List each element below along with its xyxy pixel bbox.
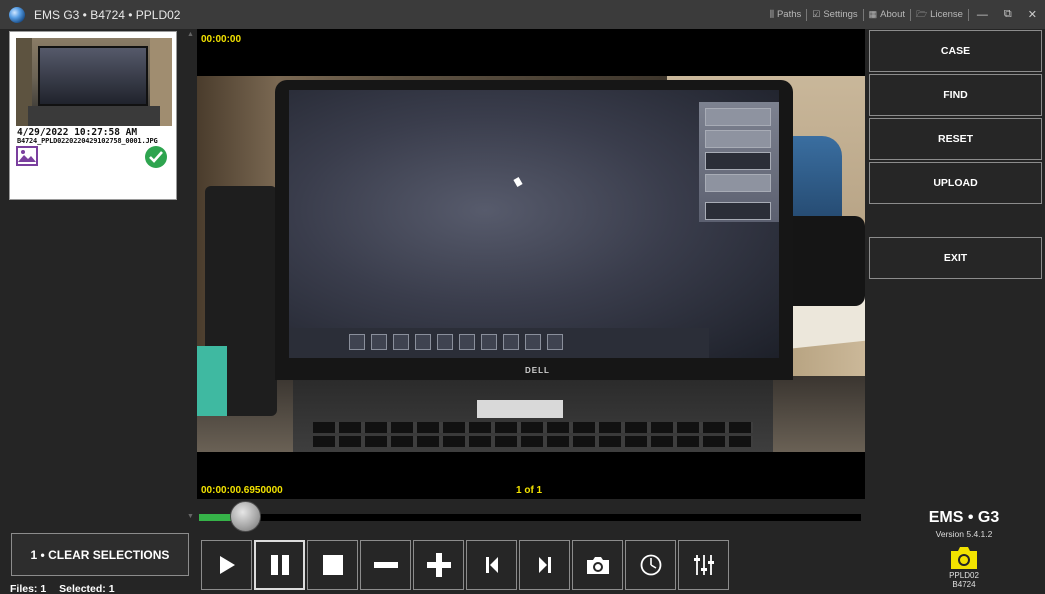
menu-about[interactable]: ▦ About (864, 9, 910, 20)
pause-button[interactable] (254, 540, 305, 590)
previous-frame-button[interactable] (466, 540, 517, 590)
folder-open-icon: 🗁 (916, 8, 928, 19)
zoom-out-button[interactable] (360, 540, 411, 590)
thumbnail-filename: B4724_PPLD0220220429102758_0001.JPG (17, 137, 158, 145)
case-button[interactable]: CASE (869, 30, 1042, 72)
selection-status: Files: 1 Selected: 1 (10, 583, 125, 594)
brand-block: EMS • G3 Version 5.4.1.2 PPLD02 B4724 (865, 509, 1045, 589)
timecode-bottom: 00:00:00.6950000 (201, 485, 283, 496)
timecode-top: 00:00:00 (201, 34, 242, 45)
reset-button[interactable]: RESET (869, 118, 1042, 160)
timer-button[interactable] (625, 540, 676, 590)
stop-icon (322, 555, 343, 575)
settings-check-icon: ☑ (812, 9, 821, 19)
play-button[interactable] (201, 540, 252, 590)
adjustments-button[interactable] (678, 540, 729, 590)
minus-icon (373, 562, 398, 568)
close-icon[interactable]: ✕ (1020, 8, 1045, 21)
unit-id: B4724 (952, 580, 976, 589)
media-viewer[interactable]: ▲ 00:00:00 DELL 00:00:00.6950000 1 of 1 (187, 29, 865, 499)
snapshot-button[interactable] (572, 540, 623, 590)
camera-icon (586, 557, 609, 574)
playback-controls (201, 540, 729, 590)
folder-paths-icon: ⫼ (769, 9, 774, 19)
scroll-down-icon[interactable]: ▼ (187, 513, 194, 520)
selected-count: Selected: 1 (59, 583, 115, 594)
upload-button[interactable]: UPLOAD (869, 162, 1042, 204)
play-icon (219, 556, 235, 574)
photo-preview: DELL (197, 76, 865, 452)
version-label: Version 5.4.1.2 (935, 529, 993, 539)
pause-icon (270, 555, 289, 575)
about-icon: ▦ (868, 9, 878, 19)
files-count: Files: 1 (10, 583, 47, 594)
actions-panel: CASE FIND RESET UPLOAD EXIT EMS • G3 Ver… (865, 29, 1045, 594)
zoom-in-button[interactable] (413, 540, 464, 590)
menu-settings[interactable]: ☑ Settings (807, 9, 862, 20)
title-bar: EMS G3 • B4724 • PPLD02 ⫼ Paths ☑ Settings… (0, 0, 1045, 29)
thumbnail-image (16, 38, 172, 126)
menu-paths[interactable]: ⫼ Paths (765, 9, 806, 20)
restore-icon[interactable]: ⧉ (996, 8, 1020, 21)
scroll-up-icon[interactable]: ▲ (187, 31, 194, 38)
page-counter: 1 of 1 (516, 485, 543, 496)
playback-slider-knob[interactable] (230, 501, 262, 532)
previous-icon (485, 557, 498, 573)
title-menu: ⫼ Paths ☑ Settings ▦ About 🗁 License — ⧉ ✕ (765, 0, 1045, 29)
exit-button[interactable]: EXIT (869, 237, 1042, 279)
brand-name: EMS • G3 (928, 509, 1000, 526)
menu-license[interactable]: 🗁 License (911, 7, 968, 23)
clear-selections-button[interactable]: 1 • CLEAR SELECTIONS (11, 533, 189, 576)
next-icon (538, 557, 551, 573)
minimize-icon[interactable]: — (969, 9, 996, 21)
device-id: PPLD02 (949, 571, 979, 580)
timer-icon (640, 554, 661, 576)
equalizer-icon (693, 555, 714, 575)
next-frame-button[interactable] (519, 540, 570, 590)
window-title: EMS G3 • B4724 • PPLD02 (34, 7, 181, 22)
stop-button[interactable] (307, 540, 358, 590)
plus-icon (426, 553, 451, 577)
app-logo-icon (9, 6, 25, 23)
device-camera-icon (949, 545, 979, 571)
selected-check-icon[interactable] (145, 146, 167, 168)
playback-slider-track[interactable] (199, 514, 861, 521)
laptop-brand-label: DELL (525, 366, 550, 375)
file-list-panel: 4/29/2022 10:27:58 AM B4724_PPLD02202204… (0, 29, 197, 594)
file-thumbnail-card[interactable]: 4/29/2022 10:27:58 AM B4724_PPLD02202204… (9, 31, 177, 200)
image-file-icon (16, 146, 38, 166)
find-button[interactable]: FIND (869, 74, 1042, 116)
